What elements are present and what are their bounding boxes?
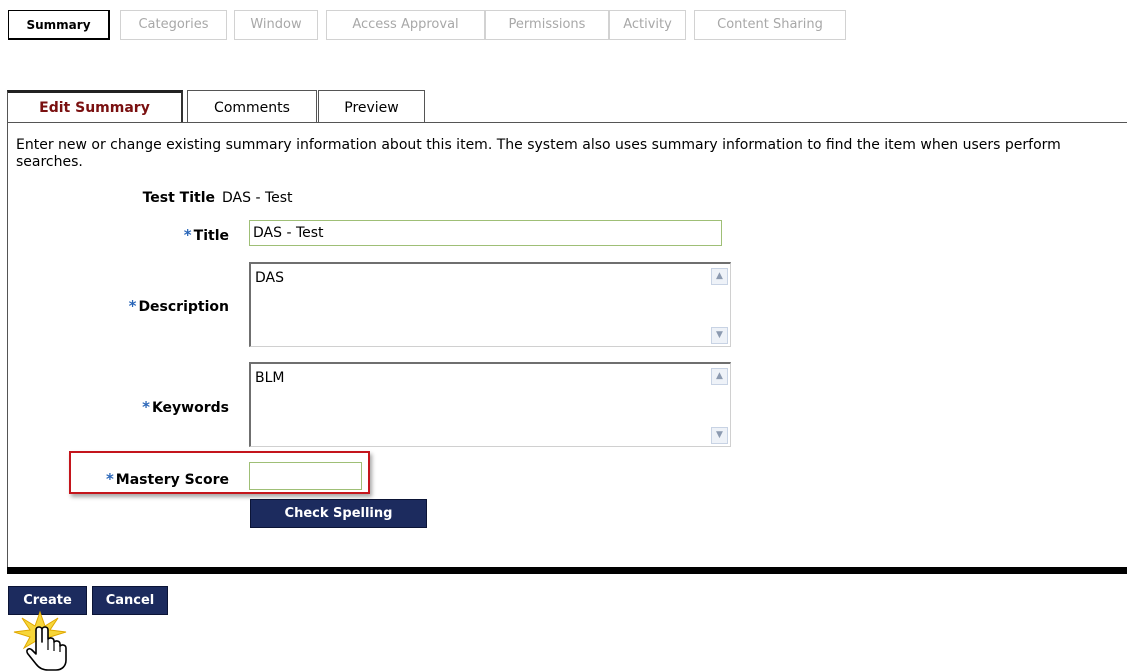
tab-permissions[interactable]: Permissions	[485, 10, 609, 40]
mastery-score-label: * Mastery Score	[70, 470, 229, 488]
tab-preview[interactable]: Preview	[318, 90, 425, 122]
title-label: * Title	[100, 226, 229, 244]
keywords-label: * Keywords	[60, 398, 229, 416]
tab-window[interactable]: Window	[234, 10, 318, 40]
keywords-textarea[interactable]: BLM ▲ ▼	[249, 362, 731, 447]
scroll-down-icon[interactable]: ▼	[711, 427, 728, 444]
required-star-icon: *	[128, 297, 137, 315]
mastery-score-label-text: Mastery Score	[115, 472, 229, 488]
panel-divider	[7, 567, 1127, 574]
tab-categories[interactable]: Categories	[120, 10, 227, 40]
scroll-up-icon[interactable]: ▲	[711, 268, 728, 285]
description-text: DAS	[255, 270, 284, 286]
description-textarea[interactable]: DAS ▲ ▼	[249, 262, 731, 347]
scroll-up-icon[interactable]: ▲	[711, 368, 728, 385]
required-star-icon: *	[183, 226, 192, 244]
tab-comments[interactable]: Comments	[187, 90, 317, 122]
required-star-icon: *	[142, 398, 150, 416]
tab-content-sharing[interactable]: Content Sharing	[694, 10, 846, 40]
tab-summary[interactable]: Summary	[8, 10, 110, 40]
required-star-icon: *	[105, 470, 114, 488]
description-label: * Description	[60, 297, 229, 315]
keywords-text: BLM	[255, 370, 285, 386]
intro-text: Enter new or change existing summary inf…	[16, 137, 1061, 170]
test-title-value: DAS - Test	[222, 190, 293, 206]
title-label-text: Title	[193, 228, 229, 244]
keywords-label-text: Keywords	[151, 400, 229, 416]
check-spelling-button[interactable]: Check Spelling	[250, 499, 427, 528]
tab-access-approval[interactable]: Access Approval	[326, 10, 485, 40]
scroll-down-icon[interactable]: ▼	[711, 327, 728, 344]
title-input[interactable]: DAS - Test	[249, 220, 722, 246]
description-label-text: Description	[138, 299, 229, 315]
test-title-label: Test Title	[142, 190, 215, 206]
tab-edit-summary[interactable]: Edit Summary	[7, 90, 183, 122]
cancel-button[interactable]: Cancel	[92, 586, 168, 615]
tab-activity[interactable]: Activity	[609, 10, 686, 40]
pointing-hand-cursor-icon	[13, 610, 67, 671]
mastery-score-input[interactable]	[249, 462, 362, 490]
